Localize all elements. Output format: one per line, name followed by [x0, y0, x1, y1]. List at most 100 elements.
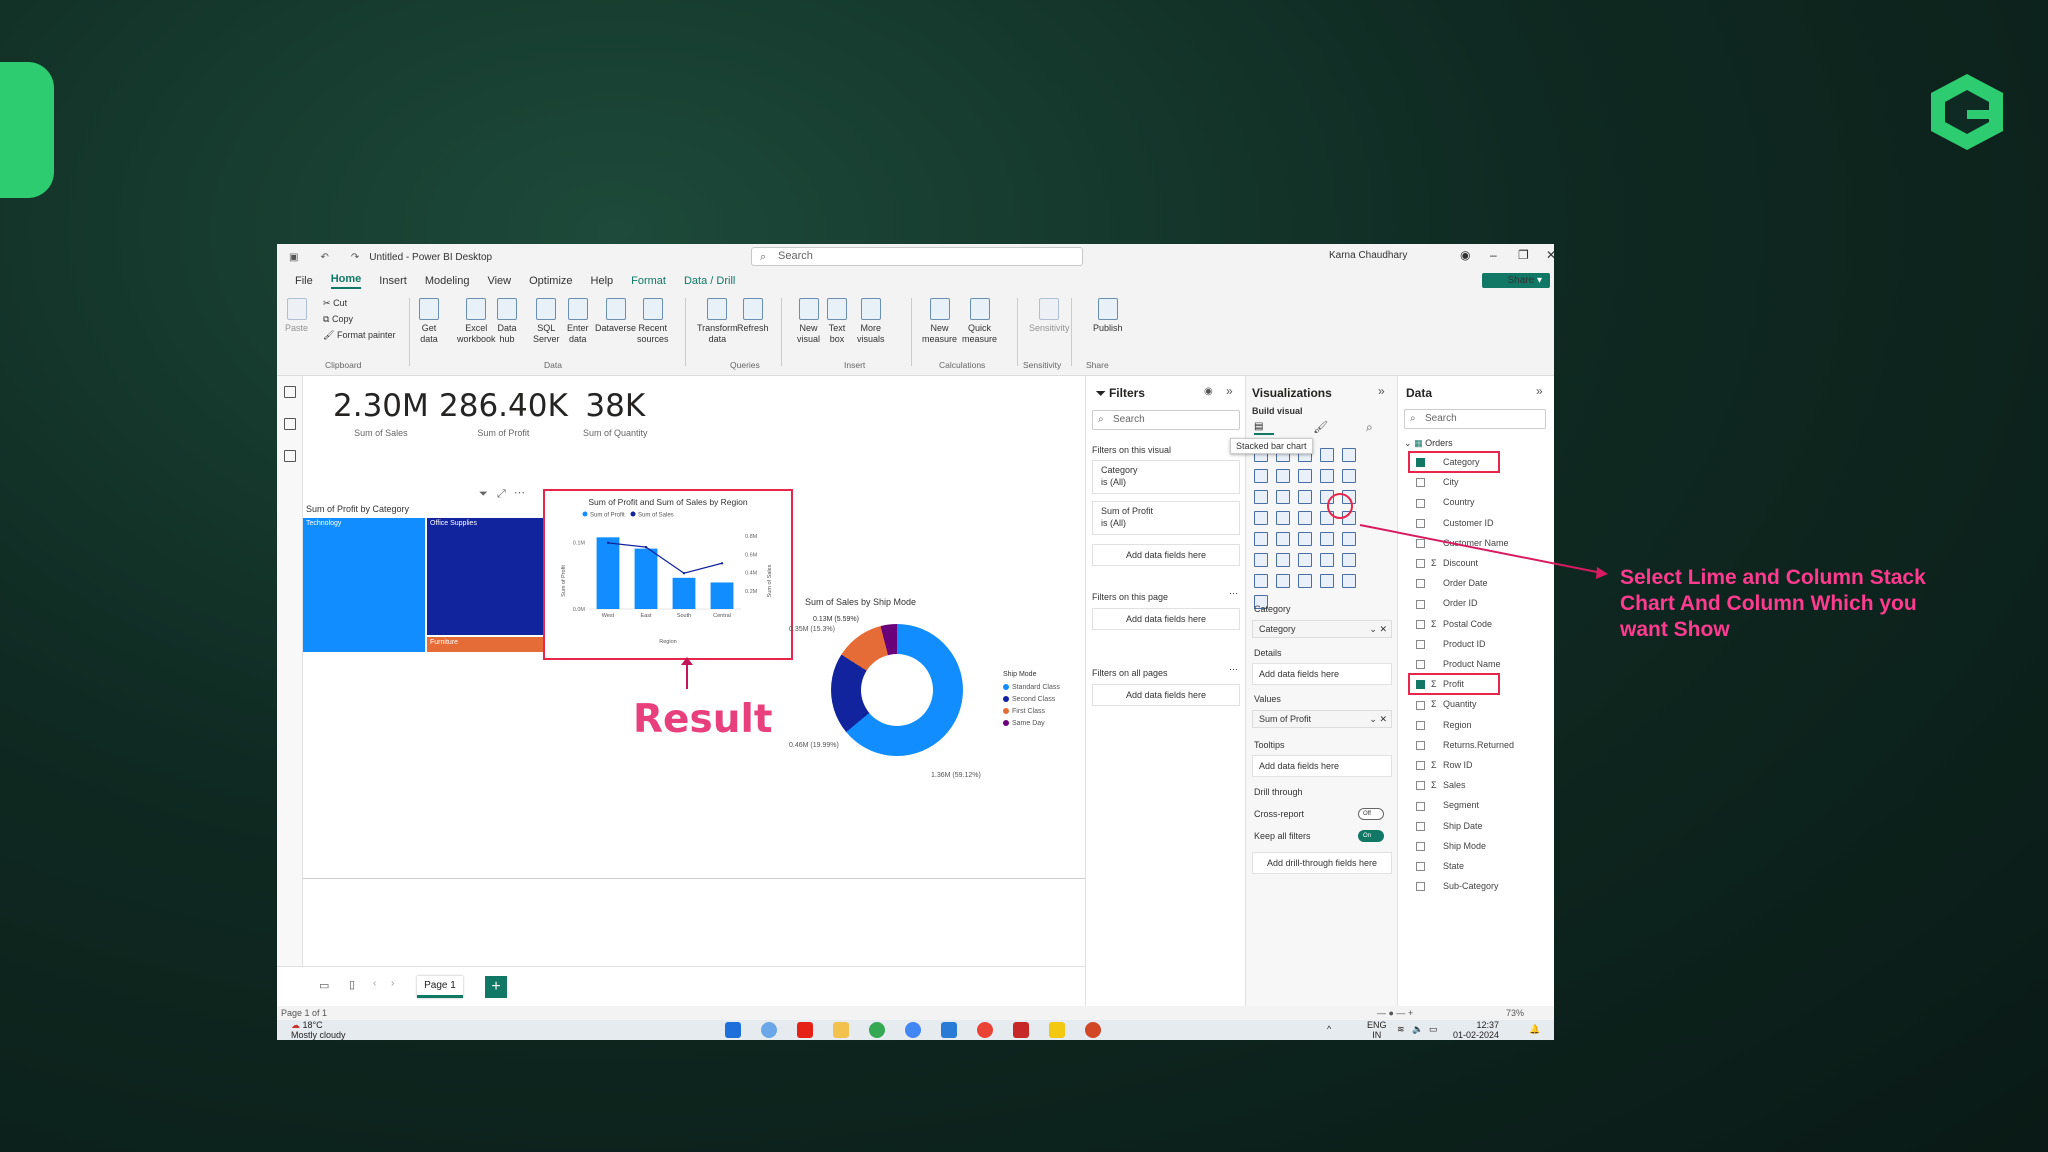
data-field-item[interactable]: Order Date [1416, 576, 1488, 590]
menu-file[interactable]: File [295, 275, 313, 287]
visual-type-icon[interactable] [1298, 574, 1312, 588]
ribbon-data-button-1[interactable]: Excel workbook [457, 298, 496, 345]
report-canvas[interactable]: 2.30M Sum of Sales 286.40K Sum of Profit… [303, 376, 1085, 966]
data-field-item[interactable]: City [1416, 475, 1459, 489]
ribbon-data-button-0[interactable]: Get data [419, 298, 439, 345]
format-painter-button[interactable]: 🖌 Format painter [323, 330, 395, 341]
table-view-icon[interactable] [283, 418, 296, 430]
remove-field-icon[interactable]: ⌄ ✕ [1369, 621, 1387, 637]
filter-card-profit[interactable]: Sum of Profit is (All) [1092, 501, 1240, 535]
build-visual-tab-icon[interactable]: ▤ [1254, 421, 1274, 435]
share-button[interactable]: Share ▾ [1481, 273, 1550, 288]
visual-type-icon[interactable] [1320, 574, 1334, 588]
field-checkbox[interactable] [1416, 781, 1425, 791]
field-checkbox[interactable] [1416, 579, 1425, 589]
treemap-tile-technology[interactable]: Technology [303, 518, 425, 652]
data-search-input[interactable]: ⌕ Search [1404, 409, 1546, 429]
menu-help[interactable]: Help [591, 275, 614, 287]
user-name[interactable]: Karna Chaudhary [1329, 250, 1407, 261]
visual-type-icon[interactable] [1320, 469, 1334, 483]
remove-field-icon[interactable]: ⌄ ✕ [1369, 711, 1387, 727]
restore-button[interactable]: ❐ [1518, 248, 1529, 262]
treemap-visual[interactable]: Technology Office Supplies Furniture [303, 518, 545, 652]
visual-type-icon[interactable] [1254, 490, 1268, 504]
notification-icon[interactable]: 🔔 [1529, 1024, 1540, 1035]
youtube-icon[interactable] [797, 1022, 813, 1038]
ribbon-sens-button[interactable]: Sensitivity [1029, 298, 1070, 334]
legend-same-day[interactable]: Same Day [1003, 720, 1045, 727]
close-button[interactable]: ✕ [1546, 248, 1554, 262]
collapse-filters-icon[interactable]: » [1226, 384, 1233, 398]
data-field-item[interactable]: Σ Quantity [1416, 697, 1477, 711]
app-icon[interactable] [1013, 1022, 1029, 1038]
ribbon-insert-button-0[interactable]: New visual [797, 298, 820, 345]
mobile-layout-icon[interactable]: ▯ [349, 978, 355, 991]
save-icon[interactable]: ▣ [289, 252, 298, 263]
visual-type-icon[interactable] [1320, 553, 1334, 567]
field-checkbox[interactable] [1416, 518, 1425, 528]
chrome-icon[interactable] [869, 1022, 885, 1038]
field-checkbox[interactable] [1416, 862, 1425, 872]
visual-type-icon[interactable] [1298, 532, 1312, 546]
collapse-data-icon[interactable]: » [1536, 384, 1543, 398]
more-options-icon[interactable]: ⋯ [1229, 588, 1238, 599]
values-well-field[interactable]: Sum of Profit ⌄ ✕ [1252, 710, 1392, 728]
cut-button[interactable]: ✂ Cut [323, 298, 347, 309]
analytics-tab-icon[interactable]: ⌕ [1366, 420, 1373, 435]
redo-icon[interactable]: ↷ [351, 252, 359, 263]
focus-mode-icon[interactable]: ⤢ [497, 488, 506, 501]
field-checkbox[interactable] [1416, 700, 1425, 710]
data-field-item[interactable]: Ship Date [1416, 819, 1483, 833]
desktop-layout-icon[interactable]: ▭ [319, 979, 329, 992]
field-checkbox[interactable] [1416, 478, 1425, 488]
table-orders[interactable]: ⌄ ▦ Orders [1404, 438, 1453, 449]
field-checkbox[interactable] [1416, 761, 1425, 771]
battery-icon[interactable]: ▭ [1429, 1024, 1438, 1035]
clock[interactable]: 12:37 01-02-2024 [1453, 1020, 1499, 1040]
tray-chevron-icon[interactable]: ^ [1327, 1024, 1331, 1034]
details-add-field[interactable]: Add data fields here [1252, 663, 1392, 685]
category-well-field[interactable]: Category ⌄ ✕ [1252, 620, 1392, 638]
field-checkbox[interactable] [1416, 660, 1425, 670]
field-checkbox[interactable] [1416, 498, 1425, 508]
visual-type-icon[interactable] [1298, 469, 1312, 483]
card-sales[interactable]: 2.30M Sum of Sales [333, 388, 429, 438]
legend-second-class[interactable]: Second Class [1003, 696, 1055, 703]
menu-data-drill[interactable]: Data / Drill [684, 275, 735, 287]
zoom-slider[interactable]: — ● — + [1377, 1006, 1413, 1020]
data-field-item[interactable]: Customer Name [1416, 536, 1509, 550]
data-field-item[interactable]: Country [1416, 495, 1475, 509]
field-checkbox[interactable] [1416, 619, 1425, 629]
next-page-icon[interactable]: › [391, 978, 394, 989]
menu-modeling[interactable]: Modeling [425, 275, 470, 287]
data-field-item[interactable]: Product Name [1416, 657, 1501, 671]
prev-page-icon[interactable]: ‹ [373, 978, 376, 989]
powerbi-taskbar-icon[interactable] [1049, 1022, 1065, 1038]
field-checkbox[interactable] [1416, 841, 1425, 851]
visual-type-icon[interactable] [1254, 574, 1268, 588]
field-checkbox[interactable] [1416, 821, 1425, 831]
visual-type-icon[interactable] [1298, 553, 1312, 567]
file-explorer-icon[interactable] [833, 1022, 849, 1038]
cross-report-toggle[interactable]: Off [1358, 808, 1384, 820]
visual-type-icon[interactable] [1298, 490, 1312, 504]
data-field-item[interactable]: Returns.Returned [1416, 738, 1514, 752]
windows-start-icon[interactable] [725, 1022, 741, 1038]
field-checkbox[interactable] [1416, 538, 1425, 548]
field-checkbox[interactable] [1416, 639, 1425, 649]
add-all-pages-filter-field[interactable]: Add data fields here [1092, 684, 1240, 706]
data-field-item[interactable]: State [1416, 859, 1464, 873]
combo-chart[interactable]: Sum of Profit and Sum of Sales by Region… [545, 491, 791, 658]
visual-type-icon[interactable] [1342, 574, 1356, 588]
ribbon-data-button-6[interactable]: Recent sources [637, 298, 669, 345]
visual-type-icon[interactable] [1276, 490, 1290, 504]
eye-icon[interactable]: ◉ [1204, 386, 1213, 397]
visual-type-icon[interactable] [1276, 511, 1290, 525]
visual-type-icon[interactable] [1342, 469, 1356, 483]
ribbon-data-button-3[interactable]: SQL Server [533, 298, 560, 345]
card-profit[interactable]: 286.40K Sum of Profit [439, 388, 568, 438]
copy-button[interactable]: ⧉ Copy [323, 314, 353, 325]
data-field-item[interactable]: Σ Postal Code [1416, 617, 1492, 631]
paste-button[interactable]: Paste [285, 298, 308, 334]
model-view-icon[interactable] [283, 450, 296, 462]
